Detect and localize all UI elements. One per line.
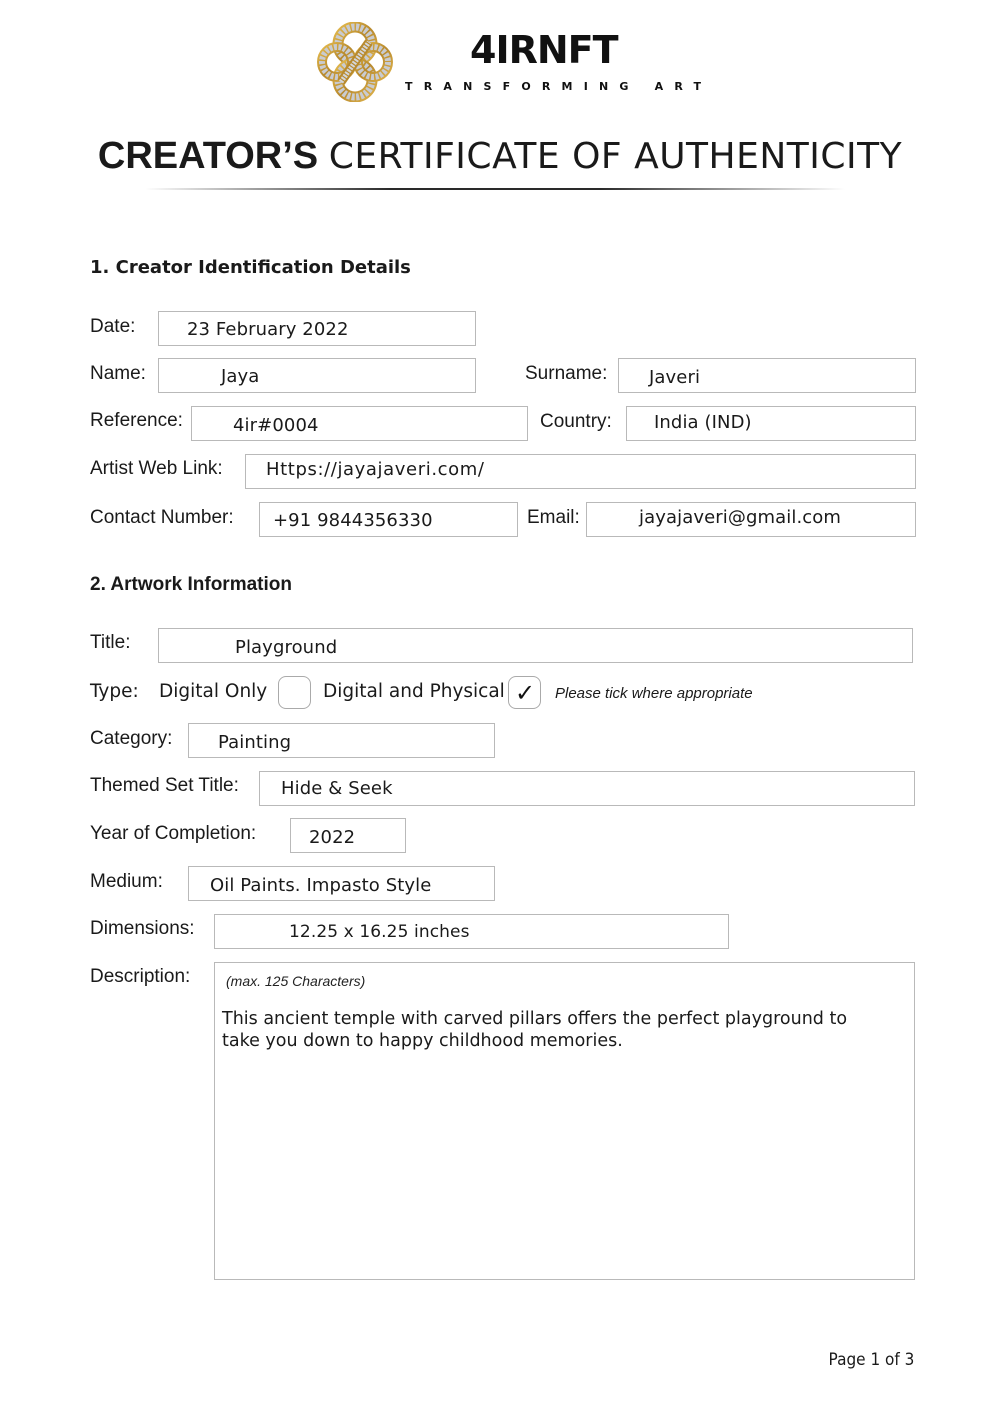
brand-tagline: TRANSFORMING ART — [405, 80, 713, 93]
type-option-digital-physical-label: Digital and Physical — [323, 681, 505, 702]
contact-value: +91 9844356330 — [273, 510, 433, 531]
medium-field[interactable]: Oil Paints. Impasto Style — [188, 866, 495, 901]
title-divider — [145, 188, 845, 190]
description-line-2: take you down to happy childhood memorie… — [222, 1031, 623, 1051]
type-digital-physical-checkbox[interactable]: ✓ — [508, 676, 541, 709]
dimensions-value: 12.25 x 16.25 inches — [289, 922, 470, 942]
contact-field[interactable]: +91 9844356330 — [259, 502, 518, 537]
web-link-label: Artist Web Link: — [90, 458, 223, 479]
description-label: Description: — [90, 966, 191, 987]
category-value: Painting — [218, 732, 292, 753]
year-value: 2022 — [309, 827, 356, 848]
title-field[interactable]: Playground — [158, 628, 913, 663]
surname-label: Surname: — [525, 363, 608, 384]
year-label: Year of Completion: — [90, 823, 257, 844]
brand-name: 4IRNFT — [470, 28, 619, 72]
medium-label: Medium: — [90, 871, 163, 892]
title-label: Title: — [90, 632, 131, 653]
page-number: Page 1 of 3 — [828, 1350, 914, 1370]
name-field[interactable]: Jaya — [158, 358, 476, 393]
date-label: Date: — [90, 316, 136, 337]
country-field[interactable]: India (IND) — [626, 406, 916, 441]
contact-label: Contact Number: — [90, 507, 234, 528]
category-field[interactable]: Painting — [188, 723, 495, 758]
type-label: Type: — [90, 681, 139, 702]
page-title: CREATOR’S CERTIFICATE OF AUTHENTICITY — [0, 134, 1000, 179]
email-field[interactable]: jayajaveri@gmail.com — [586, 502, 916, 537]
country-label: Country: — [540, 411, 612, 432]
category-label: Category: — [90, 728, 173, 749]
name-label: Name: — [90, 363, 146, 384]
section-heading-artwork: 2. Artwork Information — [90, 574, 292, 595]
date-value: 23 February 2022 — [187, 319, 349, 340]
checkmark-icon: ✓ — [515, 679, 536, 707]
medium-value: Oil Paints. Impasto Style — [210, 875, 432, 896]
description-line-1: This ancient temple with carved pillars … — [222, 1009, 848, 1029]
description-text: This ancient temple with carved pillars … — [222, 1008, 862, 1052]
description-field[interactable]: (max. 125 Characters) This ancient templ… — [214, 962, 915, 1280]
web-link-field[interactable]: Https://jayajaveri.com/ — [245, 454, 916, 489]
page-title-bold: CREATOR’S — [97, 135, 319, 177]
web-link-value: Https://jayajaveri.com/ — [266, 459, 485, 480]
type-digital-only-checkbox[interactable] — [278, 676, 311, 709]
email-label: Email: — [527, 507, 580, 528]
name-value: Jaya — [221, 366, 260, 387]
title-value: Playground — [235, 637, 338, 658]
type-option-digital-only-label: Digital Only — [159, 681, 268, 702]
type-hint: Please tick where appropriate — [555, 685, 753, 702]
section-heading-creator: 1. Creator Identification Details — [90, 257, 411, 278]
surname-value: Javeri — [649, 367, 701, 388]
year-field[interactable]: 2022 — [290, 818, 406, 853]
date-field[interactable]: 23 February 2022 — [158, 311, 476, 346]
dimensions-field[interactable]: 12.25 x 16.25 inches — [214, 914, 729, 949]
themed-set-field[interactable]: Hide & Seek — [259, 771, 915, 806]
reference-field[interactable]: 4ir#0004 — [191, 406, 528, 441]
country-value: India (IND) — [654, 412, 752, 433]
surname-field[interactable]: Javeri — [618, 358, 916, 393]
description-hint: (max. 125 Characters) — [226, 973, 366, 989]
themed-set-label: Themed Set Title: — [90, 775, 239, 796]
logo — [315, 21, 395, 103]
email-value: jayajaveri@gmail.com — [639, 507, 842, 528]
dimensions-label: Dimensions: — [90, 918, 195, 939]
reference-value: 4ir#0004 — [233, 415, 319, 436]
themed-set-value: Hide & Seek — [281, 778, 393, 799]
infinity-knot-logo-icon — [317, 21, 393, 103]
reference-label: Reference: — [90, 410, 183, 431]
page-title-rest: CERTIFICATE OF AUTHENTICITY — [328, 136, 903, 177]
